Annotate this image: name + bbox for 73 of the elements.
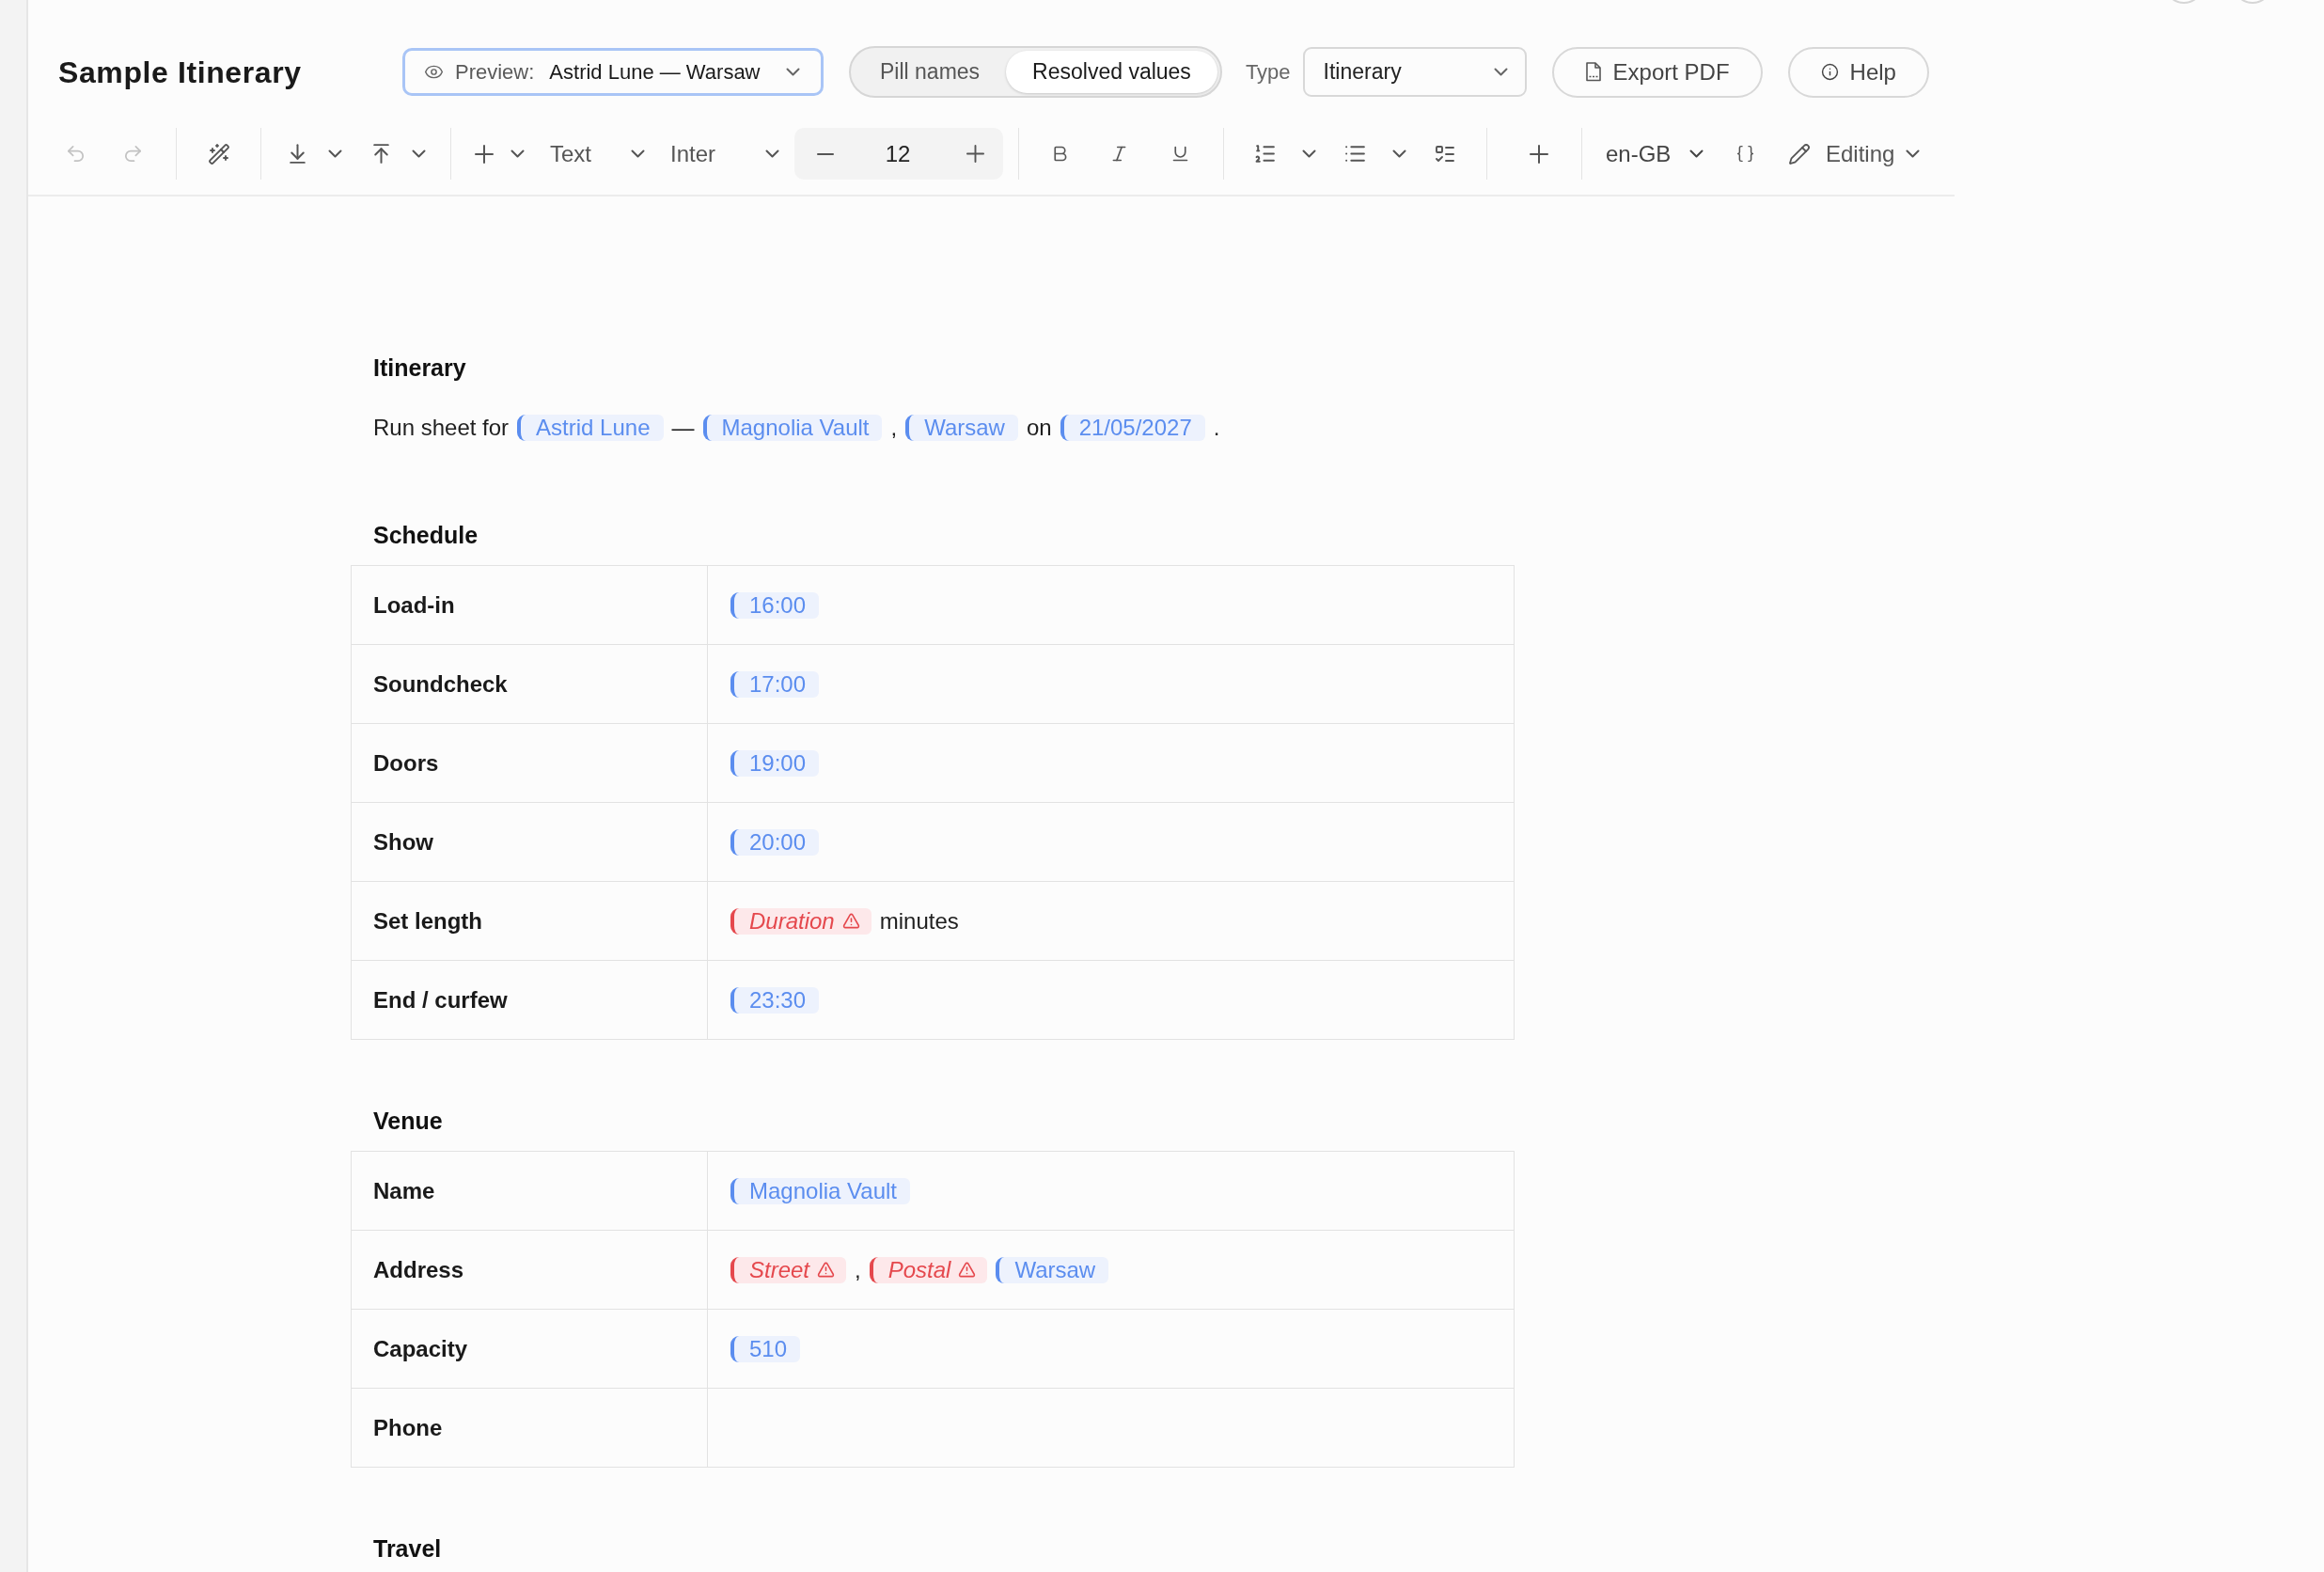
body-text: .: [1213, 414, 1220, 442]
warning-icon: [958, 1261, 977, 1279]
variable-pill[interactable]: 21/05/2027: [1060, 415, 1205, 441]
chevron-down-icon: [510, 149, 525, 158]
table-cell: Set length: [352, 882, 707, 960]
variable-pill[interactable]: 510: [730, 1335, 801, 1362]
missing-variable-pill[interactable]: Street: [730, 1256, 847, 1283]
body-text: —: [671, 414, 695, 442]
table-cell: Phone: [352, 1389, 707, 1467]
type-select[interactable]: Itinerary: [1302, 47, 1527, 97]
table-cell: End / curfew: [352, 961, 707, 1039]
file-icon: [1584, 62, 1602, 82]
variable-pill[interactable]: Magnolia Vault: [702, 415, 883, 441]
variable-pill[interactable]: 17:00: [730, 670, 820, 698]
font-size-field[interactable]: 12: [844, 134, 951, 173]
section-heading: Schedule: [373, 522, 479, 548]
numbered-list-icon: [1253, 142, 1277, 165]
variable-pill[interactable]: Warsaw: [905, 415, 1018, 441]
section-heading: Itinerary: [373, 354, 466, 381]
info-icon: [1820, 63, 1839, 81]
variable-pill[interactable]: 20:00: [730, 828, 820, 856]
pencil-icon: [1788, 142, 1811, 165]
variable-pill[interactable]: Astrid Lune: [517, 415, 664, 441]
table-cell: Name: [352, 1152, 707, 1230]
type-label: Type: [1245, 59, 1291, 86]
chevron-down-icon: [631, 149, 645, 158]
magic-wand-icon: [208, 142, 230, 165]
table-cell: Show: [352, 803, 707, 881]
export-pdf-button[interactable]: Export PDF: [1551, 46, 1763, 98]
chevron-down-icon: [1906, 149, 1921, 158]
plus-icon: [475, 144, 494, 164]
table-cell: Load-in: [352, 566, 707, 644]
chevron-down-icon: [786, 68, 800, 76]
body-text: ,: [890, 414, 898, 442]
variable-pill[interactable]: 19:00: [730, 749, 820, 777]
warning-icon: [841, 912, 860, 930]
mode-dropdown[interactable]: Editing: [1781, 134, 1924, 173]
table-cell: Address: [352, 1231, 707, 1309]
variable-pill[interactable]: 23:30: [730, 986, 820, 1014]
chevron-down-icon: [765, 149, 779, 158]
language-dropdown[interactable]: en-GB: [1598, 134, 1707, 173]
minus-icon: [817, 152, 834, 155]
missing-variable-pill[interactable]: Duration: [730, 907, 872, 935]
braces-icon: [1735, 144, 1755, 164]
chevron-down-icon: [328, 149, 342, 158]
plus-icon: [966, 145, 984, 163]
block-style-dropdown[interactable]: Text: [542, 134, 651, 173]
section-heading: Travel: [373, 1535, 442, 1562]
toggle-option[interactable]: Resolved values: [1006, 51, 1217, 93]
cell-text: minutes: [879, 906, 959, 935]
preview-select[interactable]: Preview: Astrid Lune — Warsaw: [402, 48, 824, 96]
font-family-dropdown[interactable]: Inter: [663, 134, 785, 173]
section-heading: Venue: [373, 1108, 443, 1134]
toggle-option[interactable]: Pill names: [854, 51, 1007, 93]
plus-icon: [1530, 144, 1548, 164]
table-cell: Capacity: [352, 1310, 707, 1388]
missing-variable-pill[interactable]: Postal: [869, 1256, 988, 1283]
variable-pill[interactable]: 16:00: [730, 591, 820, 619]
chevron-down-icon: [1689, 149, 1704, 158]
warning-icon: [817, 1261, 836, 1279]
body-text: on: [1026, 414, 1052, 442]
variable-pill[interactable]: Magnolia Vault: [730, 1177, 910, 1204]
cell-text: ,: [855, 1255, 861, 1284]
variable-pill[interactable]: Warsaw: [996, 1256, 1109, 1283]
chevron-down-icon: [1302, 149, 1316, 158]
body-text: Run sheet for: [373, 414, 510, 442]
chevron-down-icon: [1493, 68, 1508, 76]
help-button[interactable]: Help: [1787, 46, 1929, 98]
document-title: Sample Itinerary: [58, 55, 302, 89]
chevron-down-icon: [412, 149, 426, 158]
chevron-down-icon: [1392, 149, 1406, 158]
table-cell: Doors: [352, 724, 707, 802]
table-cell: Soundcheck: [352, 645, 707, 723]
